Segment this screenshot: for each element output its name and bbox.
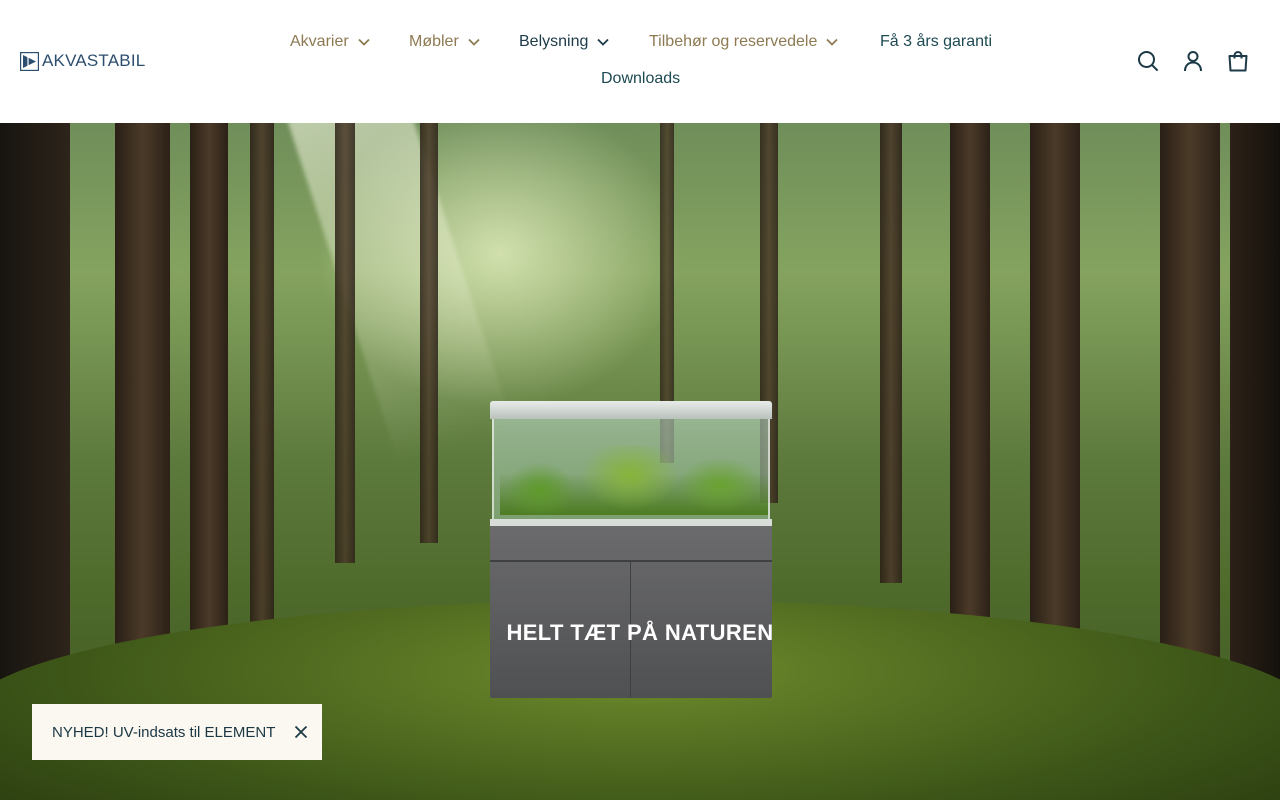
site-header: AKVASTABIL Akvarier Møbler Belysning Til… — [0, 0, 1280, 123]
nav-item-label: Akvarier — [290, 33, 349, 50]
aquarium-lid — [490, 401, 772, 419]
logo-mark-icon — [20, 51, 39, 71]
nav-item-label: Møbler — [409, 33, 459, 50]
nav-item-label: Få 3 års garanti — [880, 33, 993, 50]
search-icon[interactable] — [1136, 49, 1160, 73]
nav-item-label: Belysning — [519, 33, 589, 50]
account-icon[interactable] — [1181, 49, 1205, 73]
nav-item-label: Tilbehør og reservedele — [649, 33, 818, 50]
aquarium-cabinet — [490, 526, 772, 698]
aquarium-glass — [492, 419, 770, 519]
header-actions — [1136, 49, 1250, 73]
aquarium-image — [490, 401, 772, 527]
cart-icon[interactable] — [1226, 49, 1250, 73]
nav-item-akvarier[interactable]: Akvarier — [290, 30, 371, 54]
chevron-down-icon — [358, 38, 370, 46]
logo[interactable]: AKVASTABIL — [20, 51, 145, 71]
hero-sunray — [287, 123, 513, 463]
logo-text: AKVASTABIL — [42, 51, 146, 70]
nav-item-downloads[interactable]: Downloads — [601, 67, 680, 91]
announcement-text: NYHED! UV-indsats til ELEMENT — [52, 723, 276, 741]
tree-trunk — [250, 123, 274, 643]
hero-banner[interactable]: HELT TÆT PÅ NATUREN — [0, 123, 1280, 800]
chevron-down-icon — [468, 38, 480, 46]
tree-trunk — [880, 123, 902, 583]
chevron-down-icon — [826, 38, 839, 46]
cabinet-line — [490, 560, 772, 562]
hero-title: HELT TÆT PÅ NATUREN — [506, 620, 774, 645]
tree-trunk — [420, 123, 438, 543]
nav-item-tilbehor[interactable]: Tilbehør og reservedele — [649, 30, 839, 54]
aquarium-plants — [500, 445, 768, 515]
close-icon[interactable] — [294, 725, 308, 739]
tree-trunk — [335, 123, 355, 563]
chevron-down-icon — [597, 38, 610, 46]
tree-trunk — [190, 123, 228, 683]
nav-item-mobler[interactable]: Møbler — [409, 30, 481, 54]
nav-item-garanti[interactable]: Få 3 års garanti — [880, 30, 992, 54]
nav-item-label: Downloads — [601, 70, 681, 87]
nav-item-belysning[interactable]: Belysning — [519, 30, 610, 54]
announcement-toast[interactable]: NYHED! UV-indsats til ELEMENT — [32, 704, 322, 760]
